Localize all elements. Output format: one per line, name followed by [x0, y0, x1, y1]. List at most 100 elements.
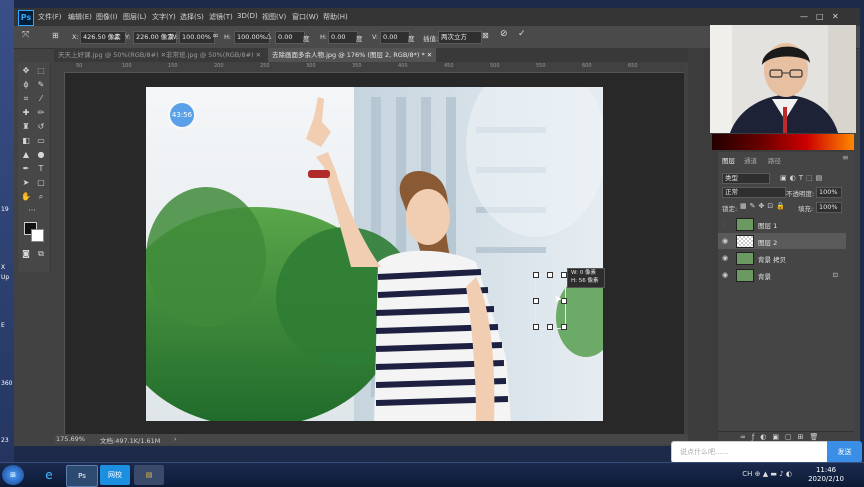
tab-paths[interactable]: 路径: [768, 155, 781, 165]
vskew-field[interactable]: 0.00: [380, 31, 410, 44]
quick-mask-icon[interactable]: ◙: [20, 248, 32, 259]
maximize-icon[interactable]: □: [816, 12, 824, 21]
menu-filter[interactable]: 滤镜(T): [209, 12, 233, 22]
healing-brush-icon[interactable]: ✚: [20, 107, 32, 118]
move-tool-icon[interactable]: ✥: [20, 65, 32, 76]
eye-icon[interactable]: ◉: [722, 254, 728, 262]
layer-row[interactable]: ◉ 背景 ⊡: [718, 267, 846, 283]
gradient-icon[interactable]: ▭: [35, 135, 47, 146]
clone-stamp-icon[interactable]: ♜: [20, 121, 32, 132]
menu-type[interactable]: 文字(Y): [152, 12, 176, 22]
start-button[interactable]: ⊞: [2, 465, 24, 485]
interpolation-select[interactable]: 两次立方: [438, 31, 482, 44]
menu-layer[interactable]: 图层(L): [123, 12, 146, 22]
visibility-off-icon[interactable]: ▫: [722, 220, 727, 228]
transform-handle[interactable]: [561, 324, 567, 330]
transform-handle[interactable]: [547, 324, 553, 330]
cursor-icon: ➤: [554, 294, 563, 305]
zoom-level[interactable]: 175.69%: [56, 435, 85, 443]
angle-field[interactable]: 0.00: [275, 31, 305, 44]
quick-select-icon[interactable]: ✎: [35, 79, 47, 90]
warp-icon[interactable]: ⊠: [482, 31, 489, 40]
close-icon[interactable]: ✕: [427, 51, 432, 59]
filter-icons[interactable]: ▣◐T⬚▤: [780, 174, 825, 182]
pen-tool-icon[interactable]: ✒: [20, 163, 32, 174]
brush-tool-icon[interactable]: ✏: [35, 107, 47, 118]
menu-help[interactable]: 帮助(H): [323, 12, 348, 22]
screen-mode-icon[interactable]: ⧉: [35, 248, 47, 259]
ruler-tick: 200: [214, 63, 224, 69]
tab-document-2[interactable]: 非常班.jpg @ 50%(RGB/8#) ✕: [162, 48, 265, 62]
background-color-swatch[interactable]: [31, 229, 44, 242]
send-button[interactable]: 发送: [827, 441, 862, 463]
layer-row-selected[interactable]: ◉ 图层 2: [718, 233, 846, 249]
fill-field[interactable]: 100%: [816, 202, 842, 213]
reference-point-icon[interactable]: ⊞: [52, 31, 59, 40]
type-tool-icon[interactable]: T: [35, 163, 47, 174]
menu-image[interactable]: 图像(I): [96, 12, 118, 22]
history-brush-icon[interactable]: ↺: [35, 121, 47, 132]
chat-input-box[interactable]: 说点什么吧......: [671, 441, 829, 463]
transform-handle[interactable]: [533, 272, 539, 278]
relative-position-icon[interactable]: △: [114, 32, 119, 40]
close-icon[interactable]: ✕: [256, 51, 261, 59]
close-icon[interactable]: ✕: [832, 12, 839, 21]
tab-layers[interactable]: 图层: [722, 155, 735, 165]
transform-handle[interactable]: [533, 324, 539, 330]
clock[interactable]: 11:46 2020/2/10: [808, 466, 844, 484]
chat-input[interactable]: 说点什么吧......: [680, 447, 728, 457]
lock-icons[interactable]: ▦✎✥⊡🔒: [740, 202, 788, 210]
tab-channels[interactable]: 通道: [744, 155, 757, 165]
hand-tool-icon[interactable]: ✋: [20, 191, 32, 202]
eyedropper-icon[interactable]: ⁄: [35, 93, 47, 104]
taskbar-netschool[interactable]: 网校: [100, 465, 130, 485]
ie-icon[interactable]: e: [34, 465, 64, 485]
eye-icon[interactable]: ◉: [722, 237, 728, 245]
cancel-transform-icon[interactable]: ⊘: [500, 29, 508, 39]
menu-3d[interactable]: 3D(D): [237, 12, 258, 20]
eraser-icon[interactable]: ◧: [20, 135, 32, 146]
zoom-tool-icon[interactable]: ⌕: [35, 191, 47, 202]
taskbar-photoshop[interactable]: Ps: [66, 465, 98, 487]
minimize-icon[interactable]: —: [800, 12, 808, 21]
system-tray[interactable]: CH ⊕ ▲ ▬ ♪ ◐: [742, 470, 792, 478]
shape-tool-icon[interactable]: ▢: [35, 177, 47, 188]
tab-document-3[interactable]: 去除画面多余人物.jpg @ 176% (图层 2, RGB/8*) * ✕: [268, 48, 437, 62]
path-select-icon[interactable]: ➤: [20, 177, 32, 188]
layer-filter-select[interactable]: 类型: [722, 173, 770, 184]
transform-handle[interactable]: [547, 272, 553, 278]
menu-select[interactable]: 选择(S): [180, 12, 204, 22]
opacity-field[interactable]: 100%: [816, 187, 842, 198]
commit-transform-icon[interactable]: ✓: [518, 29, 526, 39]
eye-icon[interactable]: ◉: [722, 271, 728, 279]
blur-tool-icon[interactable]: ▲: [20, 149, 32, 160]
menu-file[interactable]: 文件(F): [38, 12, 62, 22]
more-tools-icon[interactable]: ···: [26, 205, 38, 216]
hskew-field[interactable]: 0.00: [328, 31, 358, 44]
layer-row[interactable]: ▫ 图层 1: [718, 216, 846, 232]
layer-action-icons[interactable]: ∞ƒ◐▣▢⊞🗑: [740, 433, 824, 441]
dodge-tool-icon[interactable]: ●: [35, 149, 47, 160]
panel-menu-icon[interactable]: ≡: [842, 153, 849, 162]
link-icon[interactable]: ∞: [212, 31, 219, 40]
tab-document-1[interactable]: 天天上好课.jpg @ 50%(RGB/8#) ✕: [54, 48, 170, 62]
taskbar-file-explorer[interactable]: ▤: [134, 465, 164, 485]
color-picker-strip[interactable]: [712, 134, 854, 150]
move-tool-icon[interactable]: ⤧: [22, 30, 29, 40]
menu-window[interactable]: 窗口(W): [292, 12, 318, 22]
layer-row[interactable]: ◉ 背景 拷贝: [718, 250, 846, 266]
lasso-tool-icon[interactable]: ϕ: [20, 79, 32, 90]
tooltip-width: W: 0 像素: [571, 270, 596, 276]
document-canvas[interactable]: [146, 87, 603, 421]
blend-mode-select[interactable]: 正常: [722, 187, 786, 198]
height-field[interactable]: 100.00%: [234, 31, 270, 44]
menu-view[interactable]: 视图(V): [262, 12, 286, 22]
lock-icon[interactable]: ⊡: [833, 271, 838, 279]
status-menu-arrow[interactable]: ›: [174, 435, 177, 443]
marquee-tool-icon[interactable]: ⬚: [35, 65, 47, 76]
tooltip-height: H: 56 像素: [571, 278, 599, 284]
width-field[interactable]: 100.00%: [179, 31, 215, 44]
crop-tool-icon[interactable]: ⌗: [20, 93, 32, 104]
transform-handle[interactable]: [533, 298, 539, 304]
menu-edit[interactable]: 编辑(E): [68, 12, 92, 22]
